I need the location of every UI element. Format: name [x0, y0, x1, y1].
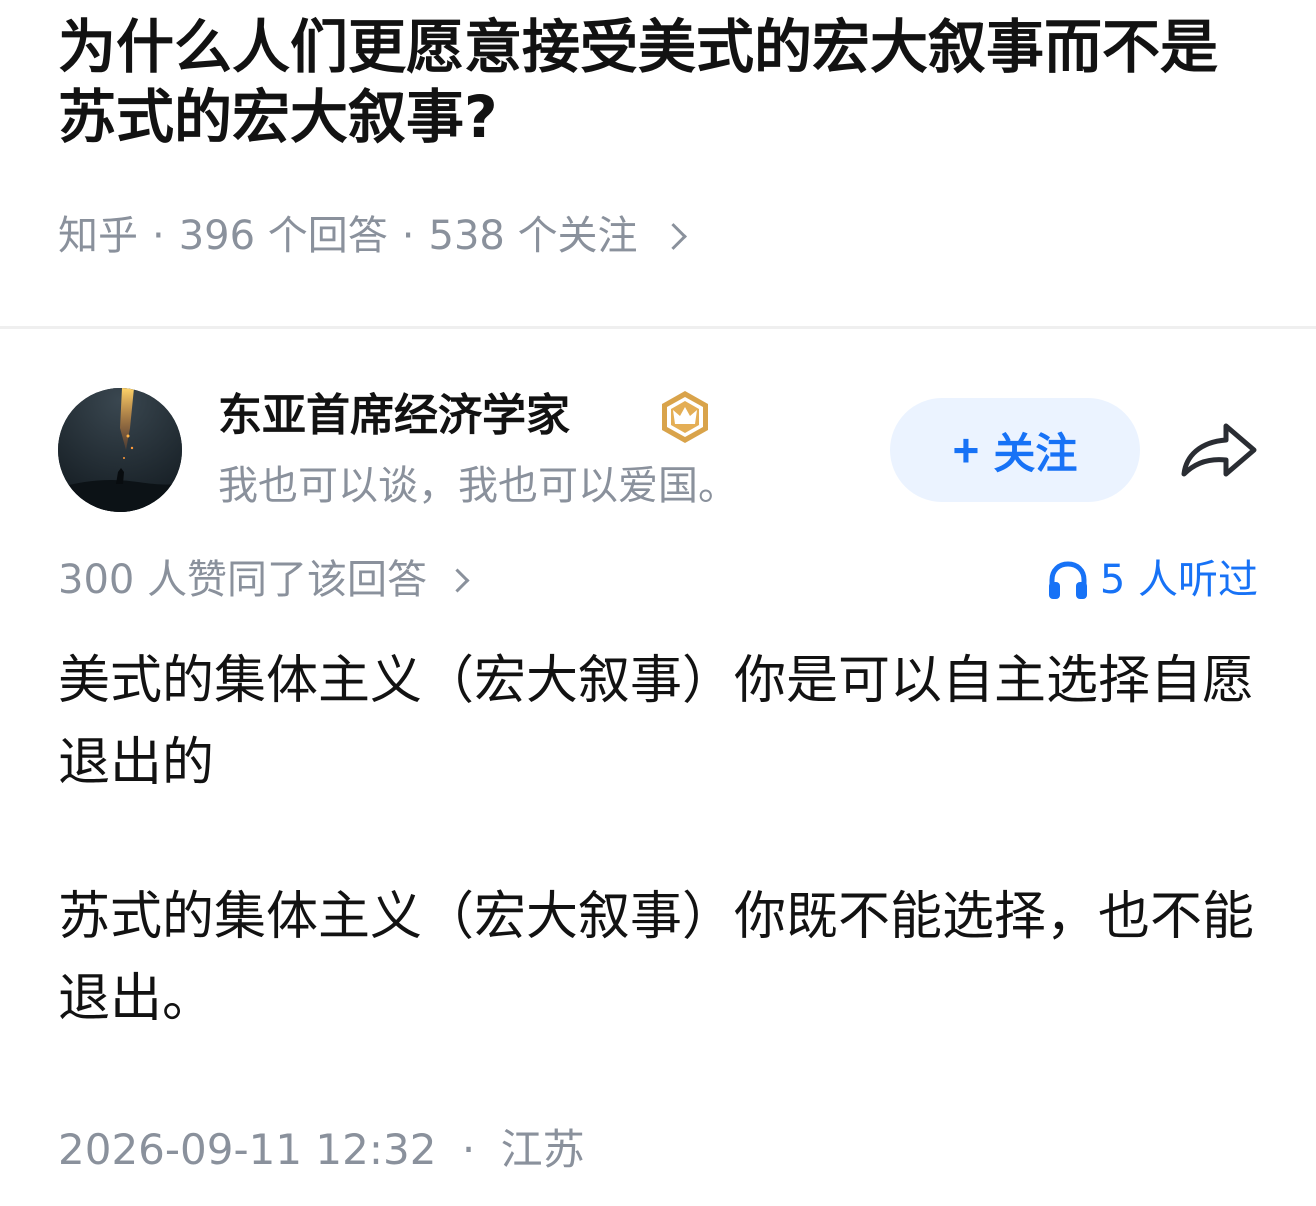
headphones-icon: [1048, 561, 1087, 599]
follow-label: 关注: [993, 429, 1078, 477]
question-source: 知乎: [58, 213, 138, 259]
answer-paragraph: 美式的集体主义（宏大叙事）你是可以自主选择自愿退出的: [58, 651, 1255, 793]
likes-line[interactable]: 300 人赞同了该回答: [58, 552, 470, 608]
author-bio: 我也可以谈，我也可以爱国。: [218, 463, 738, 509]
answer-paragraph: 苏式的集体主义（宏大叙事）你既不能选择，也不能退出。: [58, 887, 1255, 1029]
chevron-right-icon: [659, 222, 687, 250]
answer-location: 江苏: [500, 1125, 585, 1174]
likes-count: 300 人赞同了该回答: [58, 557, 428, 603]
crown-badge-icon: [662, 391, 708, 443]
author-name[interactable]: 东亚首席经济学家: [218, 386, 570, 446]
avatar-image: [58, 388, 182, 512]
author-avatar[interactable]: [58, 388, 182, 512]
listened-count: 5 人听过: [1099, 557, 1258, 603]
share-icon[interactable]: [1178, 416, 1260, 484]
listen-button[interactable]: 5 人听过: [1046, 552, 1258, 608]
plus-icon: +: [952, 424, 980, 476]
chevron-right-icon: [445, 567, 470, 593]
followers-count: 538 个关注: [428, 213, 638, 259]
question-meta[interactable]: 知乎 · 396 个回答 · 538 个关注: [58, 208, 687, 264]
meta-separator: ·: [401, 213, 415, 259]
follow-button[interactable]: + 关注: [890, 398, 1140, 502]
meta-separator: ·: [152, 213, 165, 259]
question-title[interactable]: 为什么人们更愿意接受美式的宏大叙事而不是苏式的宏大叙事?: [58, 12, 1268, 152]
answer-timestamp: 2026-09-11 12:32 · 江苏: [58, 1120, 585, 1180]
answers-count: 396 个回答: [178, 213, 388, 259]
answer-date: 2026-09-11 12:32: [58, 1125, 437, 1174]
answer-body[interactable]: 美式的集体主义（宏大叙事）你是可以自主选择自愿退出的 苏式的集体主义（宏大叙事）…: [58, 640, 1268, 1040]
section-divider: [0, 326, 1316, 329]
meta-separator: ·: [461, 1125, 476, 1174]
